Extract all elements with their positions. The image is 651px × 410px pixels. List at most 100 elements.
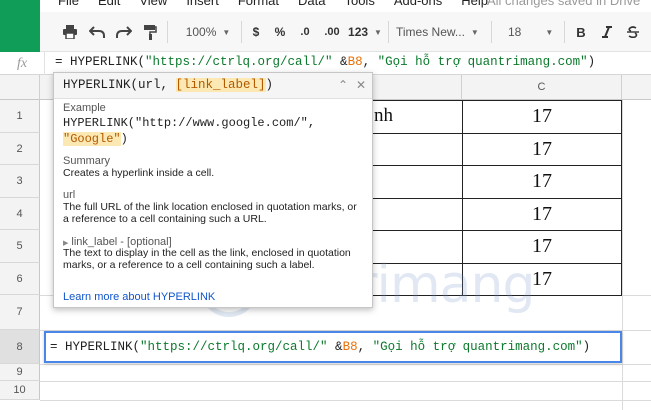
toolbar: 100% ▼ $ % .0 .00 123 ▼ Times New... ▼ 18 ▼ …	[0, 12, 651, 52]
row-header-9[interactable]: 9	[0, 364, 40, 381]
font-size-select[interactable]: 18 ▼	[500, 20, 558, 44]
menu-addons[interactable]: Add-ons	[394, 0, 442, 8]
triangle-right-icon: ▶	[63, 240, 69, 247]
strikethrough-icon	[627, 26, 639, 38]
row-header-8[interactable]: 8	[0, 330, 40, 364]
print-icon	[63, 25, 77, 39]
select-all-corner[interactable]	[0, 75, 40, 100]
undo-button[interactable]	[85, 20, 109, 44]
toolbar-divider	[564, 21, 565, 43]
menu-edit[interactable]: Edit	[98, 0, 120, 8]
cell-c5[interactable]: 17	[462, 235, 622, 258]
row-header-10[interactable]: 10	[0, 381, 40, 400]
redo-icon	[116, 26, 132, 38]
row-header-7[interactable]: 7	[0, 295, 40, 330]
decrease-decimal-button[interactable]: .0	[295, 20, 315, 44]
gridline	[622, 100, 623, 410]
menu-insert[interactable]: Insert	[186, 0, 219, 8]
function-help-popup: HYPERLINK(url, [link_label]) ⌃ ✕ Example…	[53, 72, 373, 308]
cell-c2[interactable]: 17	[462, 138, 622, 161]
signature-active-param: [link_label]	[175, 78, 266, 92]
editor-prefix: = HYPERLINK(	[50, 340, 141, 354]
row-header-3[interactable]: 3	[0, 165, 40, 198]
example-heading: Example	[63, 102, 106, 114]
chevron-down-icon: ▼	[374, 27, 382, 37]
menu-file[interactable]: File	[58, 0, 79, 8]
row-header-6[interactable]: 6	[0, 263, 40, 295]
popup-header: HYPERLINK(url, [link_label]) ⌃ ✕	[54, 73, 372, 99]
row-header-1[interactable]: 1	[0, 100, 40, 133]
bold-button[interactable]: B	[572, 20, 590, 44]
sheets-logo-strip	[0, 12, 40, 52]
url-param-heading: url	[63, 189, 76, 201]
menu-help[interactable]: Help	[461, 0, 488, 8]
italic-button[interactable]	[598, 20, 616, 44]
redo-button[interactable]	[112, 20, 136, 44]
row-header-5[interactable]: 5	[0, 230, 40, 263]
gridline	[40, 400, 651, 401]
cell-c4[interactable]: 17	[462, 203, 622, 226]
row-header-2[interactable]: 2	[0, 133, 40, 165]
url-param-text: The full URL of the link location enclos…	[63, 201, 357, 225]
formula-input[interactable]: = HYPERLINK("https://ctrlq.org/call/" &B…	[55, 55, 595, 69]
column-header-d[interactable]	[622, 75, 651, 100]
signature-close: )	[265, 78, 274, 92]
close-icon[interactable]: ✕	[356, 78, 366, 92]
chevron-down-icon: ▼	[545, 27, 554, 37]
table-border	[373, 165, 622, 166]
undo-icon	[89, 26, 105, 38]
table-border	[373, 263, 622, 264]
editor-amp: &	[327, 340, 343, 354]
toolbar-divider	[167, 21, 168, 43]
strikethrough-button[interactable]	[624, 20, 642, 44]
function-signature: HYPERLINK(url, [link_label])	[63, 78, 273, 92]
menu-bar: File Edit View Insert Format Data Tools Add-ons…	[0, 0, 651, 12]
row-header-4[interactable]: 4	[0, 198, 40, 230]
toolbar-divider	[241, 21, 242, 43]
more-formats-button[interactable]: 123 ▼	[346, 20, 384, 44]
link-label-param-text: The text to display in the cell as the l…	[63, 247, 351, 271]
menu-format[interactable]: Format	[238, 0, 279, 8]
toolbar-divider	[388, 21, 389, 43]
zoom-value: 100%	[185, 25, 217, 39]
cell-formula-text: = HYPERLINK("https://ctrlq.org/call/" &B…	[50, 340, 590, 354]
menu-view[interactable]: View	[139, 0, 167, 8]
percent-format-button[interactable]: %	[271, 20, 289, 44]
example-close: )	[120, 132, 128, 146]
cell-c3[interactable]: 17	[462, 170, 622, 193]
sheets-logo[interactable]	[0, 0, 40, 12]
menu-items: File Edit View Insert Format Data Tools Add-ons…	[58, 0, 507, 8]
zoom-select[interactable]: 100% ▼	[178, 20, 238, 44]
gridline	[40, 364, 651, 365]
font-size-value: 18	[508, 25, 522, 39]
cell-b1-text: nh	[374, 105, 393, 126]
menu-data[interactable]: Data	[298, 0, 325, 8]
print-button[interactable]	[58, 20, 82, 44]
formula-close: )	[587, 55, 596, 69]
summary-heading: Summary	[63, 155, 111, 167]
editor-close: )	[582, 340, 591, 354]
cell-c6[interactable]: 17	[462, 268, 622, 291]
editor-label: "Gọi hỗ trợ quantrimang.com"	[372, 340, 583, 354]
more-formats-label: 123	[348, 25, 369, 39]
italic-icon	[602, 26, 612, 38]
column-header-c[interactable]: C	[462, 75, 622, 100]
increase-decimal-button[interactable]: .00	[320, 20, 344, 44]
signature-name: HYPERLINK(url,	[63, 78, 176, 92]
formula-sep: ,	[362, 55, 378, 69]
currency-format-button[interactable]: $	[247, 20, 265, 44]
active-cell-editor[interactable]: = HYPERLINK("https://ctrlq.org/call/" &B…	[44, 331, 622, 363]
example-param: "Google"	[63, 132, 121, 146]
table-border	[373, 133, 622, 134]
formula-label: "Gọi hỗ trợ quantrimang.com"	[377, 55, 588, 69]
learn-more-link[interactable]: Learn more about HYPERLINK	[63, 291, 215, 303]
cell-c1[interactable]: 17	[462, 105, 622, 128]
menu-tools[interactable]: Tools	[344, 0, 374, 8]
table-border	[462, 100, 463, 295]
collapse-icon[interactable]: ⌃	[338, 78, 348, 92]
example-code-line2: "Google")	[63, 131, 128, 147]
paint-format-button[interactable]	[139, 20, 161, 44]
fx-icon: fx	[0, 52, 45, 75]
font-family-select[interactable]: Times New... ▼	[394, 20, 486, 44]
toolbar-divider	[491, 21, 492, 43]
